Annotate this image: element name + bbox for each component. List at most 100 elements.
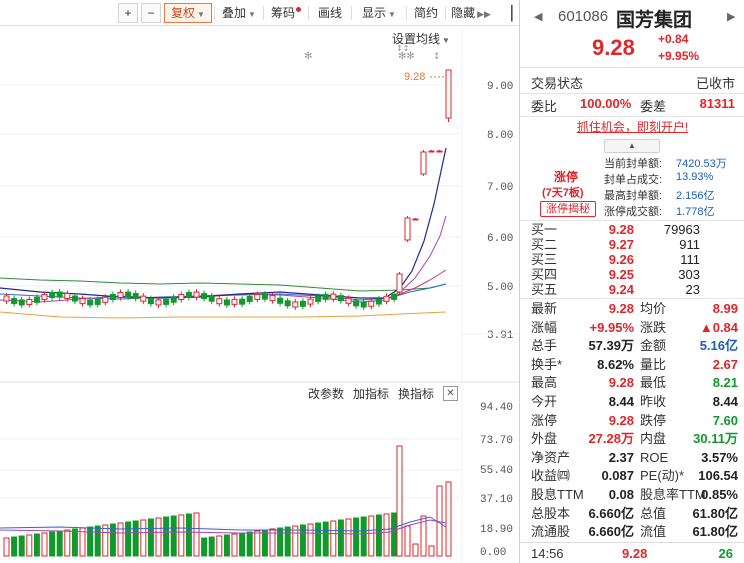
ma-line-green xyxy=(0,277,447,292)
bid-label: 买三 xyxy=(531,252,558,267)
yincang-button[interactable]: 隐藏 ▶▶ xyxy=(448,3,494,23)
ma-line-purple xyxy=(0,215,447,303)
fuquan-label: 复权 xyxy=(171,6,196,20)
change-params-button[interactable]: 改参数 xyxy=(308,386,344,402)
candle-body xyxy=(71,295,78,302)
stat-label: 流值 xyxy=(640,524,667,540)
candle-body xyxy=(322,293,329,300)
weibi-value: 100.00% xyxy=(580,96,632,111)
chart-toolbar: + − 复权 ▼ 叠加 ▼ 筹码 画线 显示 ▼ 简约 隐藏 ▶▶ ▕ xyxy=(0,0,519,26)
xianshi-dropdown[interactable]: 显示 ▼ xyxy=(354,3,404,23)
stat-row: 总股本 6.660亿 总值 61.80亿 xyxy=(520,505,744,523)
stat-label: 总股本 xyxy=(531,505,571,521)
stat-row: 总手 57.39万 金额 5.16亿 xyxy=(520,337,744,355)
event-marker-icon[interactable]: ↕ xyxy=(433,52,441,62)
diejia-dropdown[interactable]: 叠加 ▼ xyxy=(217,3,261,23)
candle-body xyxy=(193,291,200,298)
limit-reveal-button[interactable]: 涨停揭秘 xyxy=(540,201,596,217)
volume-tick: 18.90 xyxy=(480,524,513,536)
stat-row: 股息TTM 0.08 股息率TTM 0.85% xyxy=(520,486,744,504)
stat-value: 0.08 xyxy=(608,487,634,502)
chevron-down-icon: ▼ xyxy=(388,10,396,19)
bid-price: 9.28 xyxy=(608,222,634,237)
divider xyxy=(520,298,744,299)
candle-body xyxy=(64,292,71,299)
toolbar-divider xyxy=(351,6,352,20)
kline-chart[interactable]: ✻ ✻✻ ↕ ↕↕ 9.28 9.00 8.00 7.00 6.00 5.00 … xyxy=(0,26,519,563)
volume-tick: 73.70 xyxy=(480,435,513,447)
stat-row: 最新 9.28 均价 8.99 xyxy=(520,300,744,318)
volume-bar xyxy=(315,522,322,557)
stat-label: 涨停 xyxy=(531,412,558,428)
volume-bar xyxy=(284,526,291,557)
stat-label: 涨幅 xyxy=(531,319,558,335)
stat-label: 涨跌 xyxy=(640,319,667,335)
add-indicator-button[interactable]: 加指标 xyxy=(353,386,389,402)
candle-body xyxy=(246,295,253,302)
candle-body xyxy=(404,217,411,241)
weibi-row: 委比 100.00% 委差 81311 xyxy=(520,95,744,114)
volume-bar xyxy=(337,519,344,557)
candle-body xyxy=(391,293,398,300)
volume-bar xyxy=(223,534,230,557)
volume-bar xyxy=(375,514,382,557)
volume-bar xyxy=(18,535,25,557)
next-stock-icon[interactable]: ▶ xyxy=(727,10,735,23)
chouma-button[interactable]: 筹码 xyxy=(266,3,306,23)
candle-body xyxy=(216,298,223,305)
stat-value: 8.62% xyxy=(597,356,634,372)
chevron-down-icon: ▼ xyxy=(248,10,256,19)
stat-value: 0.087 xyxy=(601,468,634,484)
candle-body xyxy=(201,293,208,300)
price-tick: 7.00 xyxy=(487,182,513,194)
trade-status-row: 交易状态 已收市 xyxy=(520,72,744,91)
stat-value: 61.80亿 xyxy=(692,524,738,540)
quote-header: ◀ 601086 国芳集团 ▶ 9.28 +0.84 +9.95% xyxy=(520,0,744,68)
candle-body xyxy=(315,295,322,302)
candle-body xyxy=(261,293,268,300)
collapse-panel-icon[interactable]: ▕ xyxy=(499,3,515,23)
zoom-out-button[interactable]: − xyxy=(141,3,161,23)
stat-value: 9.28 xyxy=(608,375,634,391)
switch-indicator-button[interactable]: 换指标 xyxy=(398,386,434,402)
volume-tick: 94.40 xyxy=(480,402,513,414)
volume-bar xyxy=(64,529,71,557)
notification-dot-icon xyxy=(296,7,301,12)
volume-bar xyxy=(330,520,337,557)
tick-price: 9.28 xyxy=(622,546,648,561)
candle-body xyxy=(277,297,284,304)
candle-body xyxy=(396,273,403,293)
volume-bar xyxy=(322,521,329,557)
prev-stock-icon[interactable]: ◀ xyxy=(534,10,542,23)
huaxian-button[interactable]: 画线 xyxy=(311,3,349,23)
set-ma-dropdown[interactable]: 设置均线 ▼ xyxy=(392,30,450,47)
bid-row: 买四 9.25 303 xyxy=(520,267,744,282)
candle-body xyxy=(109,294,116,301)
volume-tick: 55.40 xyxy=(480,465,513,477)
close-icon[interactable]: ✕ xyxy=(443,386,458,401)
candle-body xyxy=(26,298,33,305)
volume-bar xyxy=(163,516,170,557)
candle-body xyxy=(307,298,314,305)
volume-bar xyxy=(87,526,94,557)
double-chevron-right-icon: ▶▶ xyxy=(477,9,491,19)
stat-label: 均价 xyxy=(640,301,667,316)
collapse-toggle-button[interactable]: ▲ xyxy=(604,139,660,153)
candle-body xyxy=(185,291,192,298)
open-account-link[interactable]: 抓住机会，即刻开户! xyxy=(520,118,744,135)
volume-bar xyxy=(239,532,246,557)
jianyue-button[interactable]: 简约 xyxy=(409,3,443,23)
yincang-label: 隐藏 xyxy=(451,6,476,20)
fuquan-dropdown[interactable]: 复权 ▼ xyxy=(164,3,212,23)
toolbar-divider xyxy=(406,6,407,20)
stat-label: 今开 xyxy=(531,394,558,409)
zoom-in-button[interactable]: + xyxy=(118,3,138,23)
bid-row: 买三 9.26 111 xyxy=(520,252,744,267)
volume-bar xyxy=(360,516,367,557)
volume-bar xyxy=(185,513,192,557)
event-marker-icon[interactable]: ✻ xyxy=(304,51,312,62)
stat-value: 8.21 xyxy=(712,375,738,391)
stat-row: 涨幅 +9.95% 涨跌 ▲0.84 xyxy=(520,319,744,337)
volume-bar xyxy=(277,527,284,557)
kline-chart-panel: + − 复权 ▼ 叠加 ▼ 筹码 画线 显示 ▼ 简约 隐藏 ▶▶ ▕ ✻ ✻✻… xyxy=(0,0,519,563)
